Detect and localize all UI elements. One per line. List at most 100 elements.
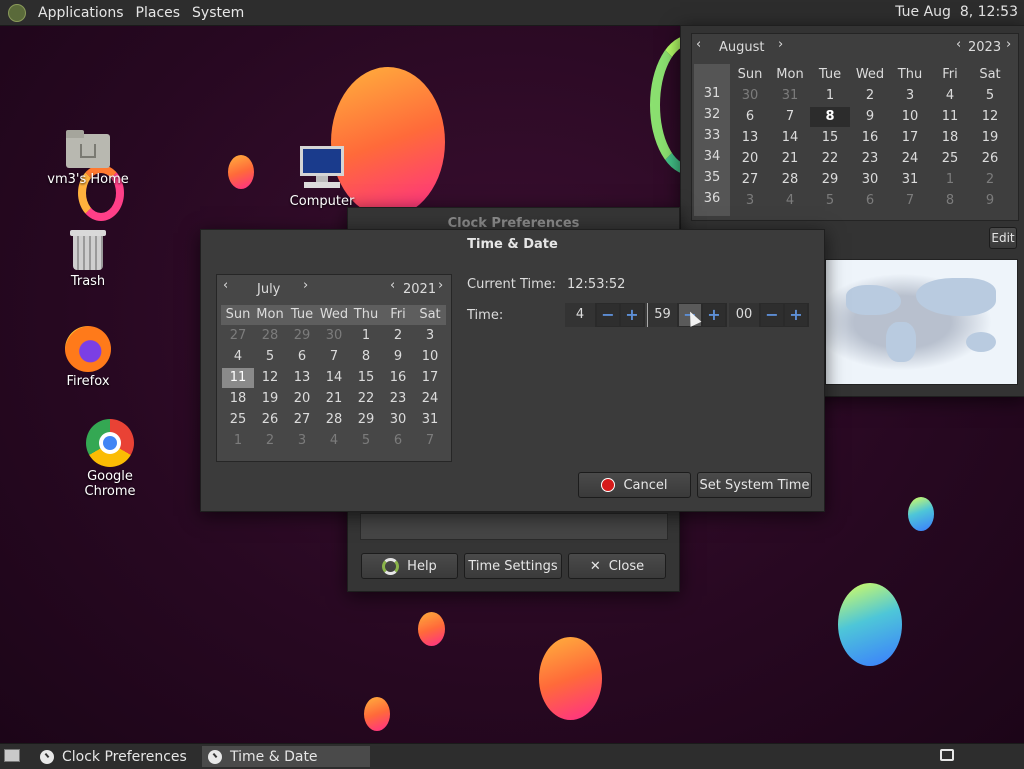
calendar-day[interactable]: 4 bbox=[222, 347, 254, 367]
calendar-day[interactable]: 7 bbox=[318, 347, 350, 367]
calendar-day[interactable]: 9 bbox=[382, 347, 414, 367]
calendar-day[interactable]: 7 bbox=[414, 431, 446, 451]
close-button[interactable]: ✕ Close bbox=[568, 553, 666, 579]
calendar-day[interactable]: 15 bbox=[350, 368, 382, 388]
calendar-day[interactable]: 20 bbox=[730, 149, 770, 169]
prev-year-icon[interactable]: ‹ bbox=[390, 278, 395, 293]
calendar-day[interactable]: 21 bbox=[770, 149, 810, 169]
calendar-day[interactable]: 27 bbox=[730, 170, 770, 190]
desktop-icon-computer[interactable]: Computer bbox=[272, 146, 372, 209]
calendar-day[interactable]: 3 bbox=[414, 326, 446, 346]
menu-system[interactable]: System bbox=[186, 5, 250, 21]
task-clock-preferences[interactable]: Clock Preferences bbox=[34, 746, 206, 767]
minute-increment-icon[interactable]: + bbox=[703, 304, 725, 326]
calendar-day[interactable]: 7 bbox=[770, 107, 810, 127]
calendar-day[interactable]: 26 bbox=[970, 149, 1010, 169]
set-system-time-button[interactable]: Set System Time bbox=[697, 472, 812, 498]
calendar-day[interactable]: 1 bbox=[222, 431, 254, 451]
calendar-day[interactable]: 29 bbox=[350, 410, 382, 430]
calendar-day[interactable]: 5 bbox=[350, 431, 382, 451]
distro-logo-icon[interactable] bbox=[8, 3, 26, 22]
calendar-day[interactable]: 8 bbox=[930, 191, 970, 211]
calendar-day[interactable]: 3 bbox=[730, 191, 770, 211]
calendar-day[interactable]: 8 bbox=[810, 107, 850, 127]
calendar-day[interactable]: 26 bbox=[254, 410, 286, 430]
calendar-day[interactable]: 31 bbox=[890, 170, 930, 190]
desktop-icon-firefox[interactable]: Firefox bbox=[38, 326, 138, 389]
calendar-day[interactable]: 4 bbox=[318, 431, 350, 451]
calendar-day[interactable]: 9 bbox=[850, 107, 890, 127]
second-increment-icon[interactable]: + bbox=[785, 304, 807, 326]
prev-month-icon[interactable]: ‹ bbox=[223, 278, 228, 293]
second-spinner[interactable]: 00 − + bbox=[729, 303, 809, 327]
next-year-icon[interactable]: › bbox=[1006, 37, 1011, 52]
calendar-day[interactable]: 15 bbox=[810, 128, 850, 148]
hour-value[interactable]: 4 bbox=[565, 303, 595, 327]
prev-year-icon[interactable]: ‹ bbox=[956, 37, 961, 52]
calendar-day[interactable]: 12 bbox=[970, 107, 1010, 127]
calendar-day[interactable]: 9 bbox=[970, 191, 1010, 211]
calendar-day[interactable]: 6 bbox=[850, 191, 890, 211]
calendar-day[interactable]: 5 bbox=[254, 347, 286, 367]
calendar-day[interactable]: 24 bbox=[890, 149, 930, 169]
calendar-day[interactable]: 29 bbox=[810, 170, 850, 190]
calendar-day[interactable]: 24 bbox=[414, 389, 446, 409]
panel-clock[interactable]: Tue Aug 8, 12:53 bbox=[895, 4, 1018, 20]
desktop-icon-home[interactable]: vm3's Home bbox=[38, 130, 138, 187]
calendar-day[interactable]: 6 bbox=[382, 431, 414, 451]
calendar-day[interactable]: 31 bbox=[770, 86, 810, 106]
calendar-day[interactable]: 3 bbox=[890, 86, 930, 106]
calendar-day[interactable]: 2 bbox=[382, 326, 414, 346]
calendar-day[interactable]: 22 bbox=[810, 149, 850, 169]
calendar-day[interactable]: 23 bbox=[382, 389, 414, 409]
minute-spinner[interactable]: 59 − + bbox=[647, 303, 727, 327]
second-decrement-icon[interactable]: − bbox=[761, 304, 783, 326]
calendar-day[interactable]: 11 bbox=[222, 368, 254, 388]
minute-value[interactable]: 59 bbox=[647, 303, 677, 327]
next-month-icon[interactable]: › bbox=[303, 278, 308, 293]
calendar-day[interactable]: 16 bbox=[850, 128, 890, 148]
calendar-day[interactable]: 28 bbox=[318, 410, 350, 430]
calendar-day[interactable]: 7 bbox=[890, 191, 930, 211]
calendar-day[interactable]: 5 bbox=[810, 191, 850, 211]
calendar-day[interactable]: 17 bbox=[890, 128, 930, 148]
calendar-day[interactable]: 16 bbox=[382, 368, 414, 388]
calendar-day[interactable]: 6 bbox=[730, 107, 770, 127]
calendar-day[interactable]: 13 bbox=[286, 368, 318, 388]
task-time-date[interactable]: Time & Date bbox=[202, 746, 370, 767]
calendar-day[interactable]: 25 bbox=[930, 149, 970, 169]
calendar-day[interactable]: 17 bbox=[414, 368, 446, 388]
calendar-day[interactable]: 27 bbox=[222, 326, 254, 346]
calendar-day[interactable]: 2 bbox=[970, 170, 1010, 190]
calendar-day[interactable]: 13 bbox=[730, 128, 770, 148]
calendar-day[interactable]: 27 bbox=[286, 410, 318, 430]
prev-month-icon[interactable]: ‹ bbox=[696, 37, 701, 52]
calendar-day[interactable]: 18 bbox=[930, 128, 970, 148]
calendar-day[interactable]: 10 bbox=[890, 107, 930, 127]
calendar-day[interactable]: 3 bbox=[286, 431, 318, 451]
desktop-icon-trash[interactable]: Trash bbox=[38, 230, 138, 289]
calendar-day[interactable]: 25 bbox=[222, 410, 254, 430]
show-desktop-icon[interactable] bbox=[4, 749, 20, 762]
next-month-icon[interactable]: › bbox=[778, 37, 783, 52]
calendar-day[interactable]: 19 bbox=[970, 128, 1010, 148]
hour-spinner[interactable]: 4 − + bbox=[565, 303, 645, 327]
calendar-day[interactable]: 30 bbox=[382, 410, 414, 430]
notification-icon[interactable] bbox=[940, 749, 954, 761]
calendar-day[interactable]: 30 bbox=[730, 86, 770, 106]
desktop-icon-chrome[interactable]: Google Chrome bbox=[60, 419, 160, 499]
calendar-day[interactable]: 2 bbox=[850, 86, 890, 106]
calendar-day[interactable]: 14 bbox=[770, 128, 810, 148]
calendar-day[interactable]: 23 bbox=[850, 149, 890, 169]
calendar-day[interactable]: 4 bbox=[930, 86, 970, 106]
cancel-button[interactable]: Cancel bbox=[578, 472, 691, 498]
calendar-day[interactable]: 31 bbox=[414, 410, 446, 430]
edit-button[interactable]: Edit bbox=[989, 227, 1017, 249]
hour-increment-icon[interactable]: + bbox=[621, 304, 643, 326]
calendar-day[interactable]: 18 bbox=[222, 389, 254, 409]
hour-decrement-icon[interactable]: − bbox=[597, 304, 619, 326]
calendar-day[interactable]: 6 bbox=[286, 347, 318, 367]
time-settings-button[interactable]: Time Settings bbox=[464, 553, 562, 579]
calendar-day[interactable]: 28 bbox=[254, 326, 286, 346]
calendar-day[interactable]: 1 bbox=[930, 170, 970, 190]
